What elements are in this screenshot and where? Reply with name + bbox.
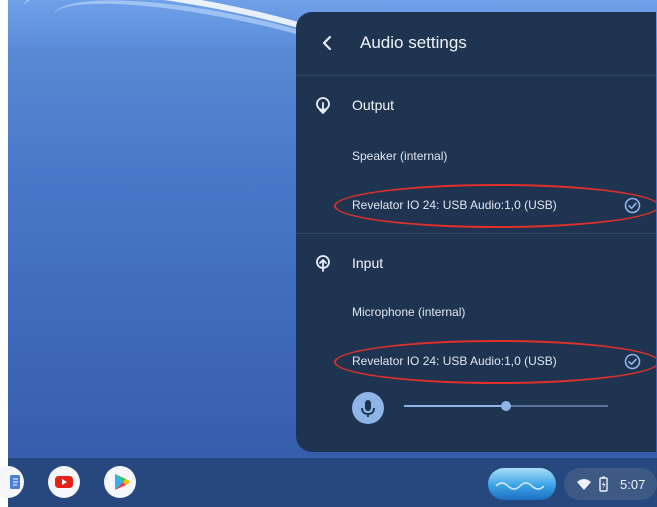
wave-logo-icon xyxy=(495,482,545,490)
files-app-button[interactable] xyxy=(0,466,24,498)
wifi-icon xyxy=(577,479,591,490)
status-area[interactable]: 5:07 xyxy=(564,468,657,500)
slider-fill xyxy=(404,405,506,407)
input-section-header: Input xyxy=(296,246,656,286)
clock-time: 5:07 xyxy=(620,477,646,492)
output-icon xyxy=(316,97,330,114)
microphone-icon xyxy=(361,400,375,417)
input-label: Input xyxy=(352,255,384,271)
device-name: Microphone (internal) xyxy=(352,305,466,319)
output-device-item[interactable]: Speaker (internal) xyxy=(296,140,656,174)
panel-title: Audio settings xyxy=(360,33,467,52)
youtube-icon xyxy=(55,476,73,488)
annotation-circle-output xyxy=(334,184,656,228)
youtube-app-button[interactable] xyxy=(48,466,80,498)
shelf xyxy=(0,458,657,507)
play-store-icon xyxy=(115,474,130,490)
play-store-app-button[interactable] xyxy=(104,466,136,498)
files-icon xyxy=(10,475,20,489)
audio-settings-panel: Audio settings Output Speaker (internal)… xyxy=(296,12,656,452)
device-name: Speaker (internal) xyxy=(352,149,448,163)
battery-icon xyxy=(599,476,608,492)
phone-hub-tray-button[interactable] xyxy=(488,468,556,500)
input-device-item[interactable]: Microphone (internal) xyxy=(296,296,656,330)
annotation-circle-input xyxy=(334,340,656,384)
output-label: Output xyxy=(352,97,395,113)
output-section-header: Output xyxy=(296,88,656,128)
panel-header: Audio settings xyxy=(296,12,656,76)
input-volume-slider[interactable] xyxy=(404,393,608,421)
input-icon xyxy=(316,255,330,272)
section-divider xyxy=(296,233,656,234)
back-arrow-icon[interactable] xyxy=(318,32,338,54)
slider-thumb[interactable] xyxy=(501,401,511,411)
microphone-mute-button[interactable] xyxy=(352,392,384,424)
